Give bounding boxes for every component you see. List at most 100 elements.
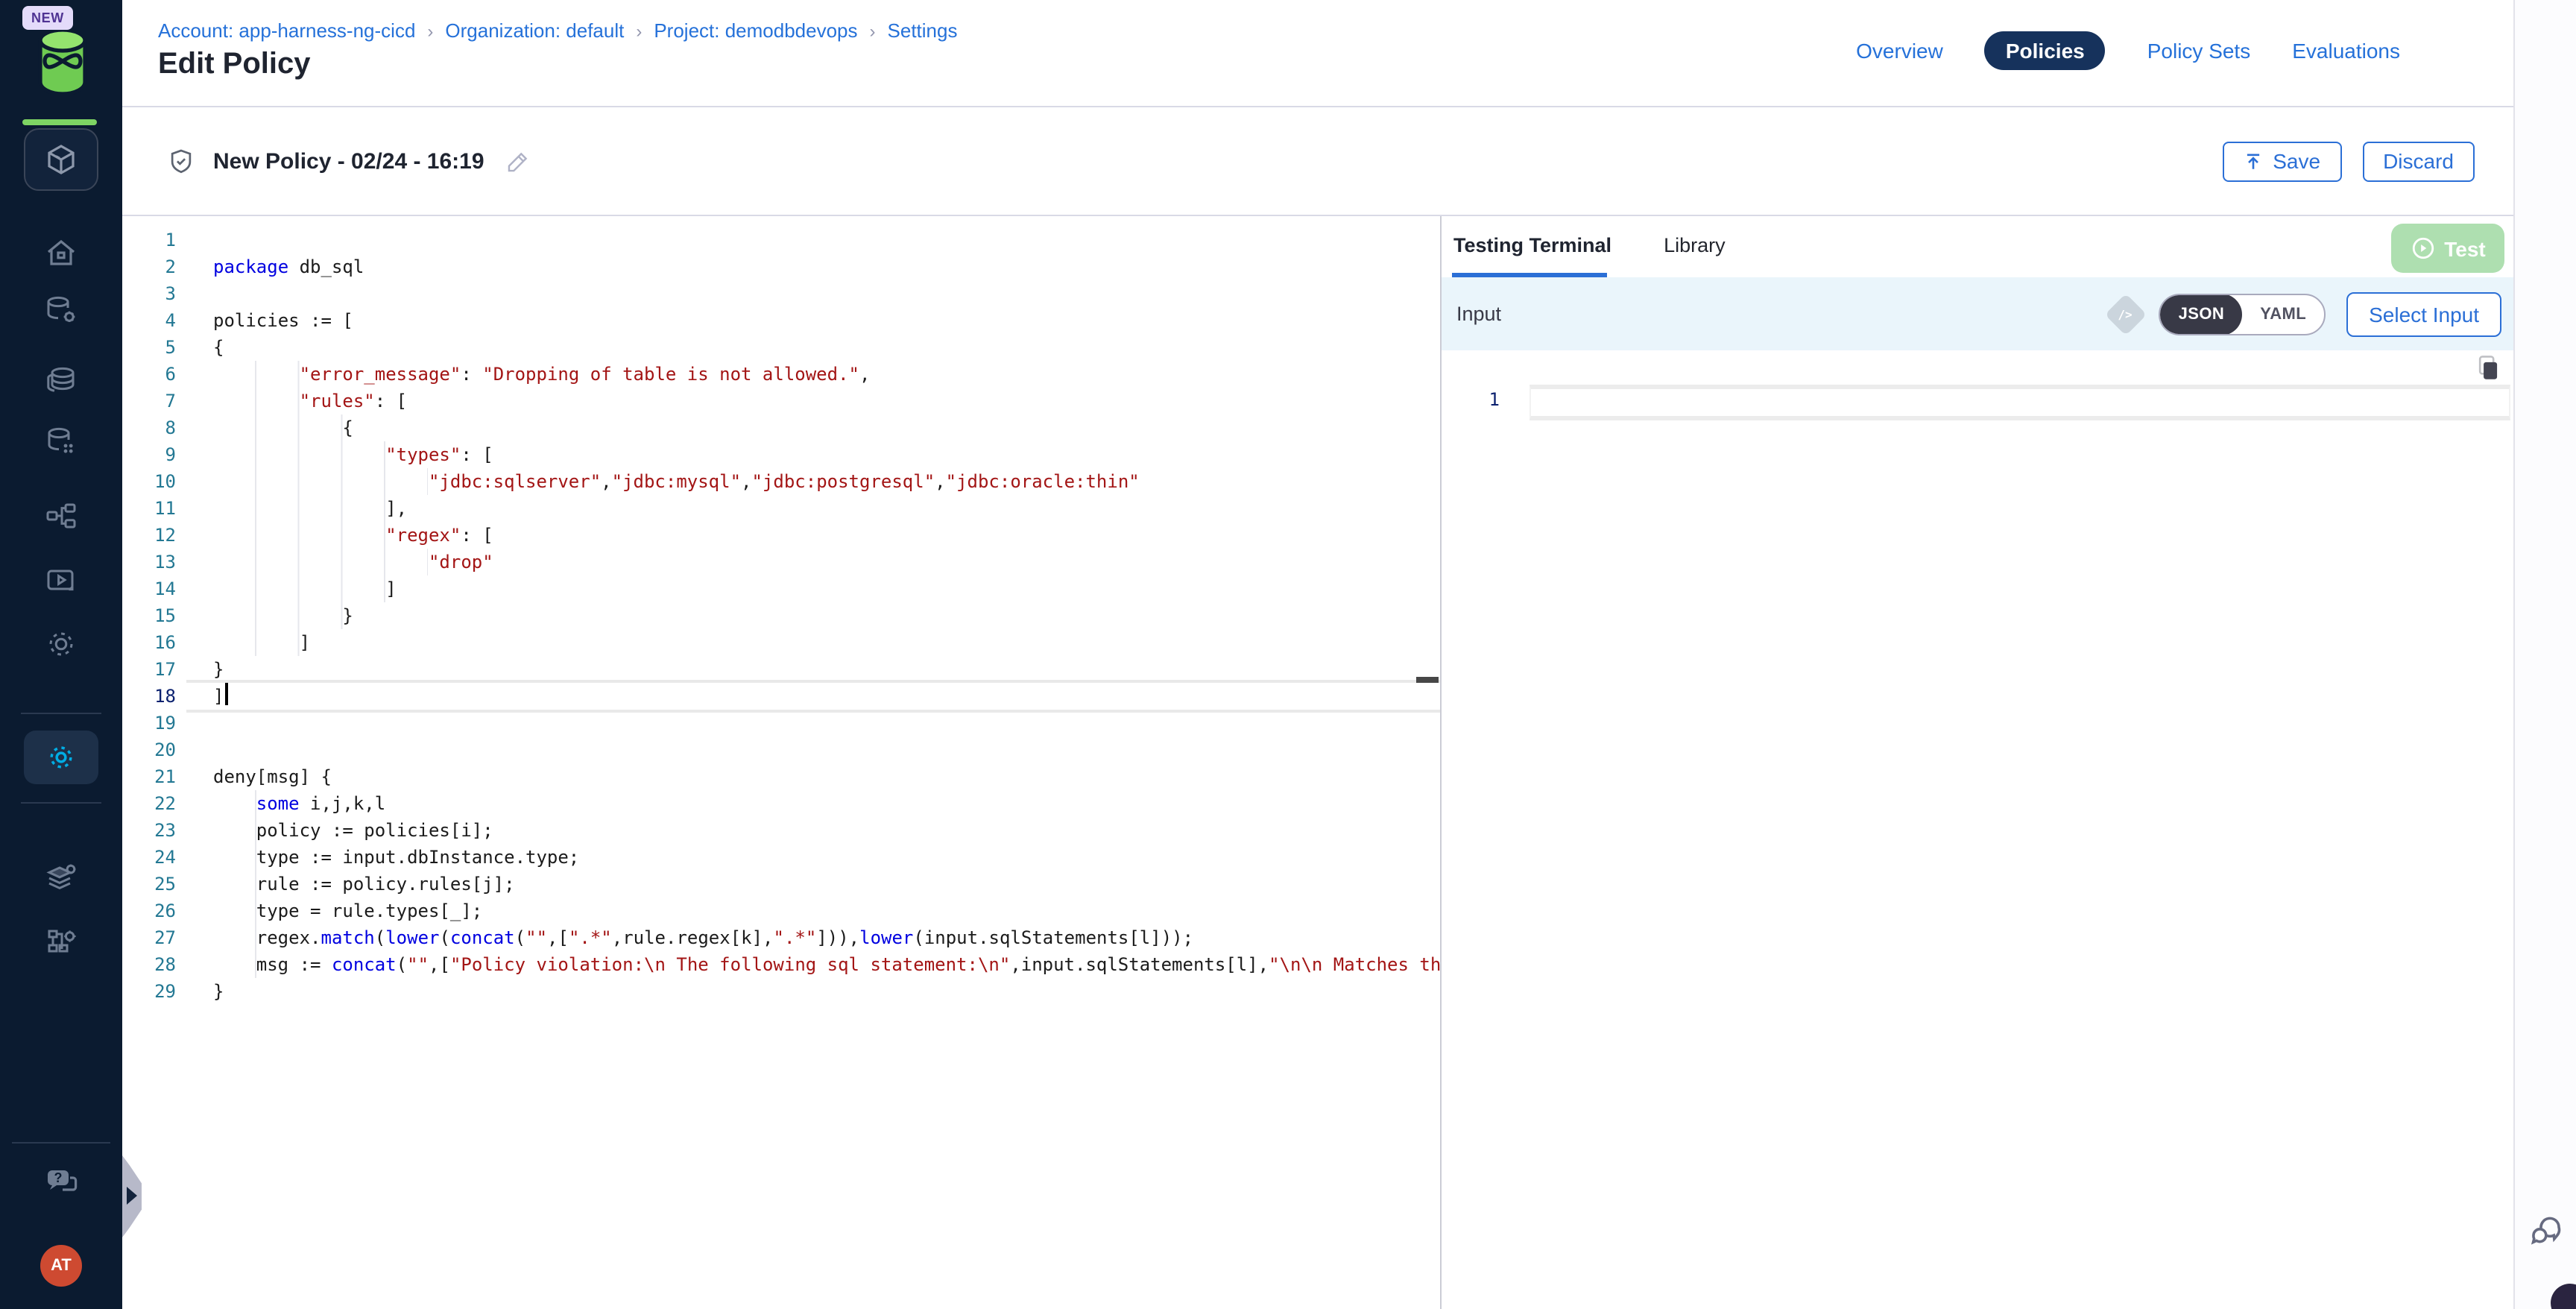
test-button[interactable]: Test (2391, 224, 2504, 273)
code-token: ( (375, 927, 385, 948)
save-button[interactable]: Save (2222, 141, 2341, 181)
code-line[interactable]: 7"rules": [ (122, 388, 1440, 414)
format-option-yaml[interactable]: YAML (2242, 294, 2324, 333)
code-line[interactable]: 27regex.match(lower(concat("",[".*",rule… (122, 924, 1440, 951)
sidebar-item-executions[interactable] (0, 562, 122, 598)
code-line[interactable]: 14] (122, 575, 1440, 602)
code-token: "rules" (300, 391, 375, 411)
code-token: "jdbc:sqlserver" (429, 471, 601, 492)
sidebar-item-database-settings[interactable] (0, 292, 122, 328)
code-token: , (601, 471, 611, 492)
code-line[interactable]: 22some i,j,k,l (122, 790, 1440, 817)
discard-button[interactable]: Discard (2362, 141, 2475, 181)
breadcrumb-item[interactable]: Settings (888, 19, 958, 42)
logo-underline (22, 119, 97, 125)
code-line[interactable]: 12"regex": [ (122, 522, 1440, 549)
code-token: policies := [ (213, 310, 353, 331)
code-line[interactable]: 6"error_message": "Dropping of table is … (122, 361, 1440, 388)
line-content: ], (213, 495, 407, 522)
tab-library[interactable]: Library (1664, 234, 1726, 256)
sidebar-item-help[interactable]: ? (0, 1163, 122, 1202)
policy-code-editor[interactable]: 12package db_sql34 policies := [ 5{6"error… (122, 216, 1440, 1309)
breadcrumb-item[interactable]: Organization: default (445, 19, 624, 42)
line-number: 10 (122, 468, 186, 495)
code-line[interactable]: 26type = rule.types[_]; (122, 898, 1440, 924)
right-rail (2513, 0, 2576, 1309)
input-editor-line[interactable] (1530, 385, 2510, 420)
code-line[interactable]: 5{ (122, 334, 1440, 361)
breadcrumb-item[interactable]: Account: app-harness-ng-cicd (158, 19, 415, 42)
code-line[interactable]: 8{ (122, 414, 1440, 441)
line-number: 4 (122, 307, 186, 334)
nav-tab-overview[interactable]: Overview (1856, 39, 1943, 63)
indent-guides (213, 575, 385, 602)
harness-dbdevops-logo-icon[interactable] (34, 27, 91, 95)
sidebar-item-pipelines[interactable] (0, 498, 122, 534)
code-line[interactable]: 16] (122, 629, 1440, 656)
line-number: 18 (122, 683, 186, 710)
code-token: ] (300, 632, 310, 653)
code-line[interactable]: 11], (122, 495, 1440, 522)
code-token: : [ (461, 444, 493, 465)
code-line[interactable]: 28msg := concat("",["Policy violation:\n… (122, 951, 1440, 978)
sidebar-item-databases[interactable] (0, 362, 122, 398)
code-line[interactable]: 17} (122, 656, 1440, 683)
upload-icon (2243, 151, 2262, 171)
nav-tab-evaluations[interactable]: Evaluations (2292, 39, 2400, 63)
code-line[interactable]: 4 policies := [ (122, 307, 1440, 334)
code-line[interactable]: 9"types": [ (122, 441, 1440, 468)
copy-icon[interactable] (2475, 355, 2500, 382)
code-line[interactable]: 3 (122, 280, 1440, 307)
sidebar-item-project-settings-active[interactable] (24, 731, 98, 784)
code-line[interactable]: 13"drop" (122, 549, 1440, 575)
code-line[interactable]: 21deny[msg] { (122, 763, 1440, 790)
line-number: 9 (122, 441, 186, 468)
sidebar-item-database-instances[interactable] (0, 423, 122, 459)
code-token: lower (385, 927, 439, 948)
code-line[interactable]: 19 (122, 710, 1440, 736)
sidebar-item-home[interactable] (0, 236, 122, 271)
line-number: 2 (122, 253, 186, 280)
sidebar-item-settings[interactable] (0, 626, 122, 662)
sidebar-item-layers-settings[interactable] (0, 859, 122, 895)
line-number: 28 (122, 951, 186, 978)
tab-testing-terminal[interactable]: Testing Terminal (1453, 234, 1611, 256)
select-input-button[interactable]: Select Input (2346, 291, 2501, 336)
edit-pencil-icon[interactable] (505, 148, 531, 174)
indent-guides (213, 388, 300, 414)
code-line[interactable]: 1 (122, 227, 1440, 253)
breadcrumb-item[interactable]: Project: demodbdevops (654, 19, 857, 42)
line-content: rule := policy.rules[j]; (213, 871, 515, 898)
nav-tab-policies[interactable]: Policies (1985, 31, 2106, 70)
code-token: "jdbc:oracle:thin" (946, 471, 1140, 492)
indent-guides (213, 790, 256, 817)
code-line[interactable]: 23policy := policies[i]; (122, 817, 1440, 844)
database-stack-icon (43, 362, 79, 398)
line-number: 16 (122, 629, 186, 656)
code-line[interactable]: 24type := input.dbInstance.type; (122, 844, 1440, 871)
module-switcher[interactable] (24, 128, 98, 191)
breadcrumb-separator: › (427, 20, 433, 41)
code-line[interactable]: 25rule := policy.rules[j]; (122, 871, 1440, 898)
format-option-json[interactable]: JSON (2161, 293, 2243, 335)
code-token: } (213, 981, 224, 1002)
code-line[interactable]: 2package db_sql (122, 253, 1440, 280)
chat-bubbles-icon[interactable] (2527, 1212, 2566, 1251)
code-line[interactable]: 10"jdbc:sqlserver","jdbc:mysql","jdbc:po… (122, 468, 1440, 495)
sidebar-item-org-settings[interactable] (0, 923, 122, 959)
chat-launcher-partial[interactable] (2551, 1284, 2576, 1309)
code-line[interactable]: 15} (122, 602, 1440, 629)
indent-guides (213, 522, 385, 549)
nav-tab-policy-sets[interactable]: Policy Sets (2147, 39, 2251, 63)
code-line[interactable]: 18] (122, 683, 1440, 710)
policy-nav-tabs: Overview Policies Policy Sets Evaluations (1856, 31, 2400, 70)
code-line[interactable]: 20 (122, 736, 1440, 763)
line-number: 14 (122, 575, 186, 602)
line-content: } (213, 978, 224, 1005)
avatar[interactable]: AT (40, 1245, 82, 1287)
line-content: policy := policies[i]; (213, 817, 493, 844)
indent-guides (213, 549, 429, 575)
overview-ruler-cursor (1416, 677, 1439, 683)
code-token: : (461, 364, 482, 385)
code-line[interactable]: 29} (122, 978, 1440, 1005)
